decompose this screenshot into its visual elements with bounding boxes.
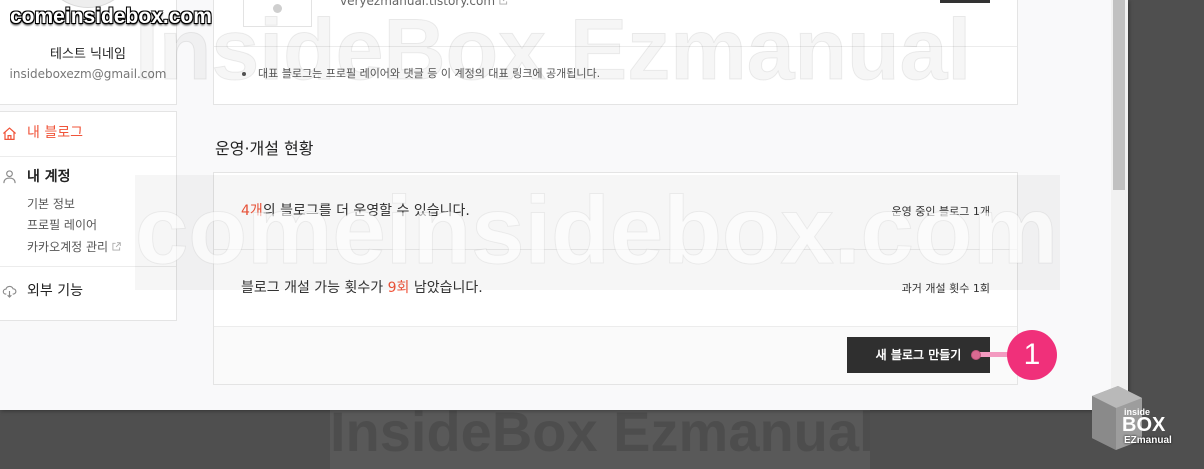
profile-email: insideboxezm@gmail.com	[9, 67, 167, 81]
status-row-side-info: 과거 개설 횟수 1회	[901, 282, 990, 295]
representative-blog-notice: 대표 블로그는 프로필 레이어와 댓글 등 이 계정의 대표 링크에 공개됩니다…	[258, 67, 601, 80]
thumbnail-placeholder-dot	[273, 4, 282, 13]
status-section-title: 운영·개설 현황	[215, 139, 314, 158]
blog-action-button[interactable]	[940, 0, 990, 3]
sidebar-subitem-profile-layer[interactable]: 프로필 레이어	[27, 217, 97, 233]
annotation-step-badge: 1	[1007, 330, 1057, 380]
sidebar-subitem-kakao-account[interactable]: 카카오계정 관리	[27, 239, 121, 255]
home-icon	[2, 126, 17, 141]
external-link-icon	[112, 242, 121, 251]
status-highlight: 9회	[387, 280, 410, 296]
status-divider	[214, 249, 1017, 250]
external-link-icon	[499, 0, 508, 5]
status-row-prefix: 블로그 개설 가능 횟수가	[241, 280, 388, 296]
status-highlight: 4개	[241, 203, 263, 219]
sidebar-subitem-label: 카카오계정 관리	[27, 240, 109, 254]
sidebar-item-label: 외부 기능	[27, 283, 83, 299]
representative-blog-card	[213, 0, 1018, 105]
status-row-remaining-blogs: 4개의 블로그를 더 운영할 수 있습니다.	[241, 202, 470, 220]
cloud-download-icon	[2, 283, 17, 298]
logo-text-ezmanual: EZmanual	[1124, 435, 1172, 446]
annotation-anchor-dot	[971, 350, 981, 360]
bullet-icon	[242, 72, 246, 76]
sidebar-item-label: 내 블로그	[27, 125, 83, 141]
sidebar-subitem-basic-info[interactable]: 기본 정보	[27, 196, 75, 212]
sidebar-item-label: 내 계정	[27, 169, 71, 185]
blog-url: veryezmanual.tistory.com	[340, 0, 496, 8]
card-divider	[214, 46, 1017, 47]
create-blog-button[interactable]: 새 블로그 만들기	[847, 337, 990, 373]
profile-nickname: 테스트 닉네임	[50, 47, 126, 62]
status-row-remaining-creations: 블로그 개설 가능 횟수가 9회 남았습니다.	[241, 279, 483, 297]
sidebar-item-my-account[interactable]: 내 계정	[0, 157, 176, 193]
browser-window: 테스트 닉네임 insideboxezm@gmail.com 내 블로그 내 계…	[0, 0, 1128, 410]
person-icon	[2, 169, 17, 184]
annotation-connector-line	[979, 352, 1010, 357]
status-row-text: 의 블로그를 더 운영할 수 있습니다.	[262, 203, 470, 219]
sidebar-item-my-blog[interactable]: 내 블로그	[0, 112, 176, 156]
blog-url-link[interactable]: veryezmanual.tistory.com	[340, 0, 508, 8]
scrollbar-thumb[interactable]	[1113, 0, 1125, 190]
logo-text-box: BOX	[1122, 414, 1166, 436]
status-row-side-info: 운영 중인 블로그 1개	[891, 205, 990, 218]
status-row-text: 남았습니다.	[409, 280, 483, 296]
sidebar-item-external-features[interactable]: 외부 기능	[0, 267, 176, 317]
